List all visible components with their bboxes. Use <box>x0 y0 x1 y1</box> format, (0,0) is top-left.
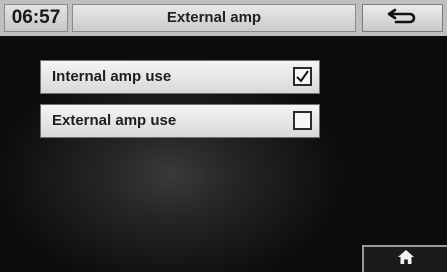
screen: 06:57 External amp Internal amp use Exte… <box>0 0 447 272</box>
option-internal-amp[interactable]: Internal amp use <box>40 60 320 94</box>
checkmark-icon <box>296 70 309 83</box>
option-label: Internal amp use <box>52 68 172 85</box>
internal-amp-checkbox[interactable] <box>293 67 312 86</box>
page-title: External amp <box>72 4 356 32</box>
external-amp-checkbox[interactable] <box>293 111 312 130</box>
home-button[interactable] <box>362 245 447 272</box>
clock: 06:57 <box>4 4 68 32</box>
top-bar: 06:57 External amp <box>0 0 447 36</box>
option-label: External amp use <box>52 112 177 129</box>
back-button[interactable] <box>362 4 443 32</box>
back-arrow-icon <box>386 8 420 29</box>
home-icon <box>397 249 415 270</box>
option-external-amp[interactable]: External amp use <box>40 104 320 138</box>
